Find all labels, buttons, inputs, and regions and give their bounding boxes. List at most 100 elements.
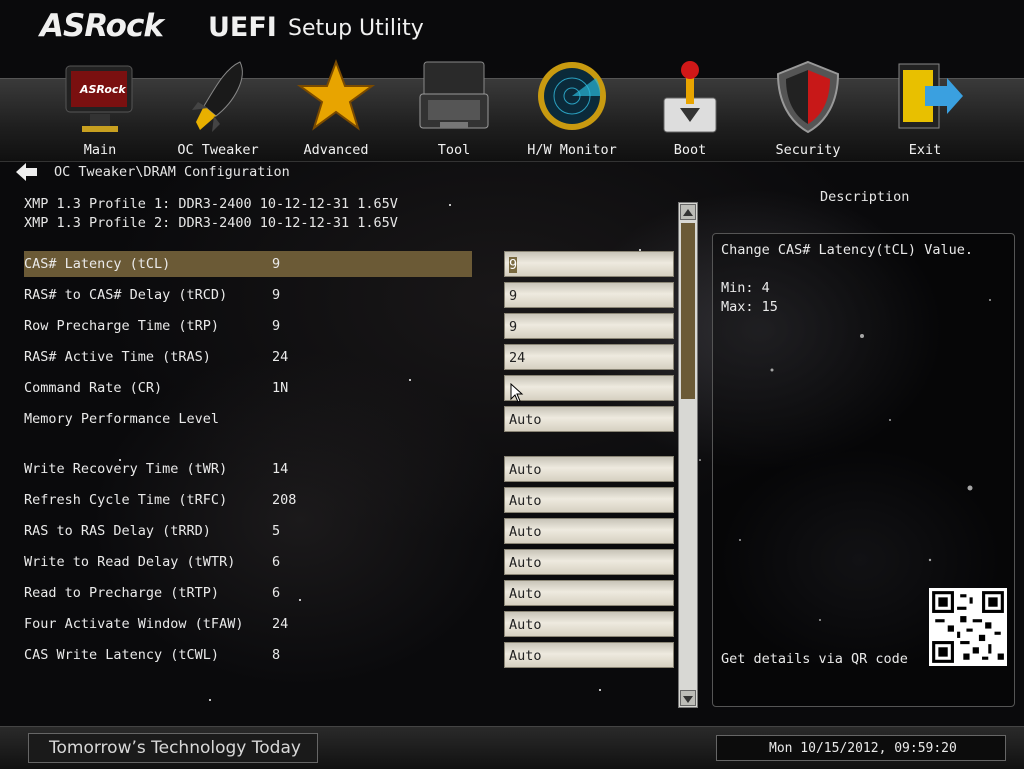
setting-label: CAS# Latency (tCL) (24, 256, 171, 272)
asrock-logo: ASRock (40, 8, 164, 44)
breadcrumb: OC Tweaker\DRAM Configuration (54, 164, 290, 180)
setup-utility-title: Setup Utility (288, 16, 424, 41)
setting-current-value: 24 (272, 349, 289, 365)
setting-input-trp[interactable]: 9 (504, 313, 674, 339)
uefi-title: UEFI (208, 12, 277, 43)
setting-input-trtp[interactable]: Auto (504, 580, 674, 606)
setting-label: RAS# Active Time (tRAS) (24, 349, 211, 365)
field-value: Auto (509, 493, 542, 509)
tab-label: Security (775, 142, 841, 158)
setting-input-tfaw[interactable]: Auto (504, 611, 674, 637)
tab-main[interactable]: ASRock Main (41, 58, 159, 158)
setting-current-value: 208 (272, 492, 297, 508)
star-icon (296, 59, 376, 131)
setting-current-value: 6 (272, 585, 281, 601)
field-value: Auto (509, 617, 542, 633)
setting-input-trrd[interactable]: Auto (504, 518, 674, 544)
xmp-profile-1: XMP 1.3 Profile 1: DDR3-2400 10-12-12-31… (24, 196, 398, 212)
radar-icon (538, 62, 606, 130)
xmp-profile-2: XMP 1.3 Profile 2: DDR3-2400 10-12-12-31… (24, 215, 398, 231)
scrollbar-thumb[interactable] (681, 223, 695, 399)
setting-current-value: 9 (272, 287, 281, 303)
setting-row-command-rate[interactable]: Command Rate (CR) 1N (24, 375, 472, 401)
tab-security[interactable]: Security (749, 58, 867, 158)
setting-label: Write Recovery Time (tWR) (24, 461, 228, 477)
slogan-text: Tomorrow’s Technology Today (49, 738, 301, 758)
setting-row-twtr[interactable]: Write to Read Delay (tWTR) 6 (24, 549, 472, 575)
field-value: 24 (509, 350, 526, 366)
setting-input-command-rate[interactable] (504, 375, 674, 401)
setting-label: Memory Performance Level (24, 411, 220, 427)
monitor-icon: ASRock (65, 65, 133, 132)
tab-label: H/W Monitor (527, 142, 617, 158)
tab-label: Tool (437, 142, 471, 158)
toolbox-icon (419, 61, 489, 129)
svg-text:ASRock: ASRock (79, 83, 126, 96)
setting-current-value: 14 (272, 461, 289, 477)
slogan-box: Tomorrow’s Technology Today (28, 733, 318, 763)
setting-input-tras[interactable]: 24 (504, 344, 674, 370)
setting-row-tfaw[interactable]: Four Activate Window (tFAW) 24 (24, 611, 472, 637)
setting-row-trcd[interactable]: RAS# to CAS# Delay (tRCD) 9 (24, 282, 472, 308)
setting-input-tcl[interactable]: 9 (504, 251, 674, 277)
qr-code-icon[interactable] (929, 588, 1007, 666)
tab-label: Boot (673, 142, 707, 158)
field-value: 9 (509, 319, 518, 335)
description-text: Change CAS# Latency(tCL) Value. (721, 242, 973, 258)
setting-input-trfc[interactable]: Auto (504, 487, 674, 513)
setting-label: Four Activate Window (tFAW) (24, 616, 244, 632)
mouse-cursor-icon (510, 383, 524, 403)
setting-current-value: 24 (272, 616, 289, 632)
rocket-icon (192, 61, 243, 132)
setting-label: Command Rate (CR) (24, 380, 163, 396)
field-value: Auto (509, 586, 542, 602)
setting-input-twtr[interactable]: Auto (504, 549, 674, 575)
field-value: Auto (509, 462, 542, 478)
tab-hw-monitor[interactable]: H/W Monitor (513, 58, 631, 158)
setting-row-tcwl[interactable]: CAS Write Latency (tCWL) 8 (24, 642, 472, 668)
field-value: 9 (509, 288, 518, 304)
tab-oc-tweaker[interactable]: OC Tweaker (159, 58, 277, 158)
field-value: Auto (509, 524, 542, 540)
setting-label: RAS to RAS Delay (tRRD) (24, 523, 211, 539)
setting-current-value: 1N (272, 380, 289, 396)
setting-input-trcd[interactable]: 9 (504, 282, 674, 308)
tab-tool[interactable]: Tool (395, 58, 513, 158)
shield-icon (776, 60, 840, 134)
setting-row-tras[interactable]: RAS# Active Time (tRAS) 24 (24, 344, 472, 370)
tab-label: Exit (908, 142, 942, 158)
field-value: Auto (509, 412, 542, 428)
setting-row-twr[interactable]: Write Recovery Time (tWR) 14 (24, 456, 472, 482)
datetime-box: Mon 10/15/2012, 09:59:20 (716, 735, 1006, 761)
field-value: 9 (509, 257, 518, 273)
setting-input-tcwl[interactable]: Auto (504, 642, 674, 668)
setting-row-memory-performance[interactable]: Memory Performance Level (24, 406, 472, 432)
setting-label: RAS# to CAS# Delay (tRCD) (24, 287, 228, 303)
description-panel: Change CAS# Latency(tCL) Value. Min: 4 M… (712, 233, 1015, 707)
field-value: Auto (509, 555, 542, 571)
tab-label: Main (83, 142, 117, 158)
setting-input-twr[interactable]: Auto (504, 456, 674, 482)
setting-row-trfc[interactable]: Refresh Cycle Time (tRFC) 208 (24, 487, 472, 513)
tab-boot[interactable]: Boot (631, 58, 749, 158)
scroll-down-button[interactable] (680, 690, 696, 706)
chevron-down-icon (683, 696, 693, 703)
setting-row-trp[interactable]: Row Precharge Time (tRP) 9 (24, 313, 472, 339)
setting-label: Row Precharge Time (tRP) (24, 318, 220, 334)
tab-exit[interactable]: Exit (866, 58, 984, 158)
tab-label: Advanced (303, 142, 369, 158)
setting-row-trrd[interactable]: RAS to RAS Delay (tRRD) 5 (24, 518, 472, 544)
setting-label: CAS Write Latency (tCWL) (24, 647, 220, 663)
datetime-text: Mon 10/15/2012, 09:59:20 (769, 741, 957, 756)
setting-label: Refresh Cycle Time (tRFC) (24, 492, 228, 508)
tab-label: OC Tweaker (177, 142, 259, 158)
tab-advanced[interactable]: Advanced (277, 58, 395, 158)
setting-current-value: 8 (272, 647, 281, 663)
scroll-up-button[interactable] (680, 204, 696, 220)
setting-row-tcl[interactable]: CAS# Latency (tCL) 9 (24, 251, 472, 277)
back-arrow-icon[interactable] (16, 163, 38, 181)
setting-row-trtp[interactable]: Read to Precharge (tRTP) 6 (24, 580, 472, 606)
setting-input-memory-performance[interactable]: Auto (504, 406, 674, 432)
description-max: Max: 15 (721, 299, 778, 315)
settings-scrollbar[interactable] (678, 202, 698, 708)
